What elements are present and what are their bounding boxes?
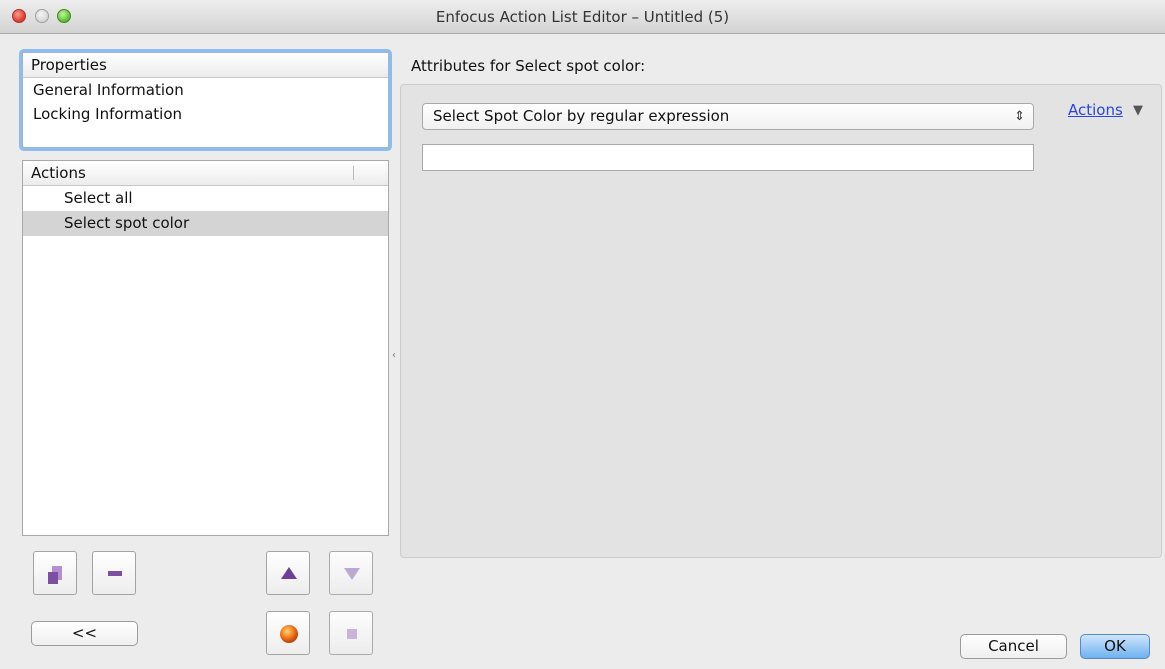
move-down-button[interactable] — [329, 551, 373, 595]
splitter-handle[interactable]: ‹ — [392, 351, 396, 361]
select-value: Select Spot Color by regular expression — [433, 107, 730, 125]
attributes-label: Attributes for Select spot color: — [411, 57, 646, 75]
add-action-button[interactable] — [33, 551, 77, 595]
properties-item-general[interactable]: General Information — [23, 78, 388, 102]
title-bar: Enfocus Action List Editor – Untitled (5… — [0, 0, 1165, 34]
actions-header-label: Actions — [31, 164, 86, 182]
move-up-button[interactable] — [266, 551, 310, 595]
header-divider — [353, 166, 354, 180]
stop-button[interactable] — [329, 611, 373, 655]
remove-action-button[interactable] — [92, 551, 136, 595]
spot-color-method-select[interactable]: Select Spot Color by regular expression … — [422, 103, 1034, 130]
record-icon — [280, 625, 298, 643]
collapse-button[interactable]: << — [31, 621, 138, 646]
actions-list[interactable]: Actions Select all Select spot color — [22, 160, 389, 536]
stop-icon — [347, 629, 357, 639]
properties-list[interactable]: Properties General Information Locking I… — [22, 52, 389, 148]
action-item-select-spot-color[interactable]: Select spot color — [23, 211, 388, 236]
select-arrows-icon: ⇕ — [1014, 109, 1025, 124]
cancel-button[interactable]: Cancel — [960, 634, 1067, 659]
remove-action-icon — [108, 571, 122, 576]
actions-list-header: Actions — [23, 161, 388, 186]
record-button[interactable] — [266, 611, 310, 655]
action-item-select-all[interactable]: Select all — [23, 186, 388, 211]
ok-button[interactable]: OK — [1080, 634, 1150, 659]
add-action-icon — [48, 566, 62, 584]
properties-item-locking[interactable]: Locking Information — [23, 102, 388, 126]
move-down-icon — [344, 568, 360, 580]
move-up-icon — [281, 567, 297, 579]
properties-header: Properties — [23, 53, 388, 78]
actions-menu-link[interactable]: Actions — [1068, 101, 1123, 119]
regex-input[interactable] — [422, 144, 1034, 171]
chevron-down-icon[interactable]: ▼ — [1133, 103, 1143, 118]
window-title: Enfocus Action List Editor – Untitled (5… — [435, 8, 730, 26]
